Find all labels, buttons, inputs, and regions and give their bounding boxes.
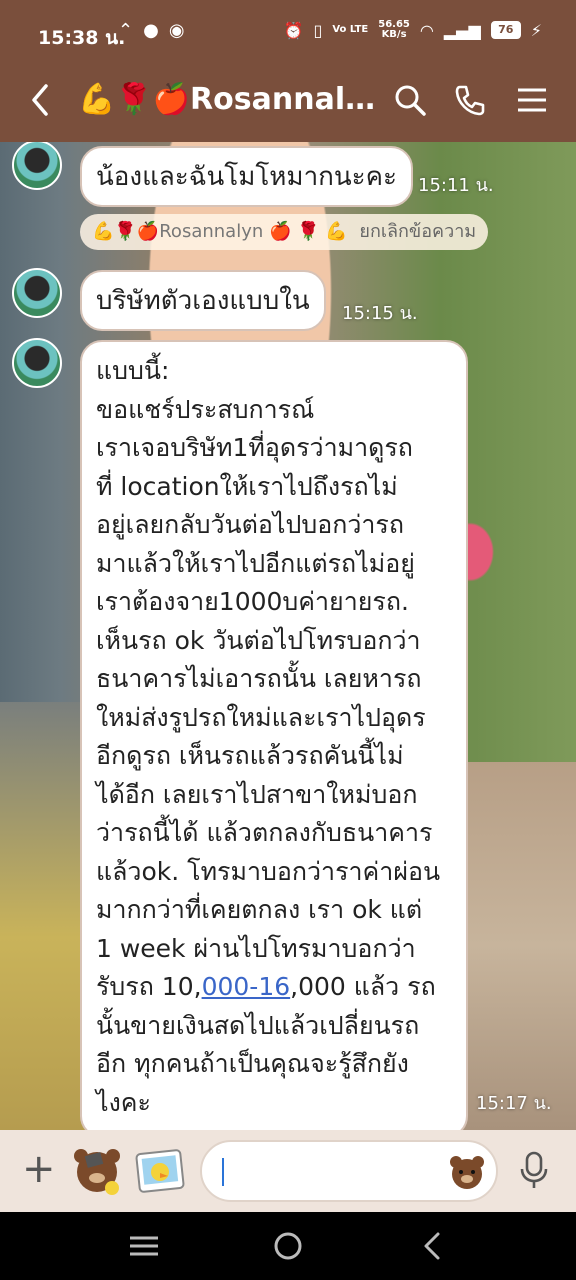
text-cursor xyxy=(222,1158,224,1186)
photo-sticker-icon[interactable] xyxy=(134,1146,186,1196)
message-time: 15:15 น. xyxy=(342,303,418,324)
messenger-notification-icon: ◉ xyxy=(168,20,185,41)
emoji-bear-icon[interactable] xyxy=(448,1154,486,1190)
volte-indicator: Vo LTE xyxy=(332,24,369,35)
nav-back-icon[interactable] xyxy=(414,1230,450,1262)
back-icon[interactable] xyxy=(26,80,56,120)
message-input-bar: + xyxy=(0,1130,576,1212)
message-input[interactable] xyxy=(220,1156,434,1188)
wifi-icon: ◠ xyxy=(419,20,434,40)
microphone-icon[interactable] xyxy=(516,1150,552,1190)
system-icons: ⏰ ▯ Vo LTE 56.65 KB/s ◠ ▂▄▆ 76 ⚡ xyxy=(284,20,542,40)
sender-avatar[interactable] xyxy=(12,142,62,190)
message-field xyxy=(200,1140,498,1202)
sticker-icon[interactable] xyxy=(68,1144,126,1198)
recent-apps-icon[interactable] xyxy=(126,1230,162,1262)
network-speed: 56.65 KB/s xyxy=(378,20,410,40)
signal-icon: ▂▄▆ xyxy=(443,20,481,40)
message-bubble[interactable]: บริษัทตัวเองแบบใน xyxy=(80,270,326,331)
phone-icon[interactable] xyxy=(450,80,490,120)
unsend-text: ยกเลิกข้อความ xyxy=(359,221,477,242)
line-notification-icon: ● xyxy=(143,20,159,41)
menu-icon[interactable] xyxy=(512,80,552,120)
chat-header: 💪🌹🍎Rosannalyn... xyxy=(0,66,576,142)
message-bubble[interactable]: น้องและฉันโมโหมากนะคะ xyxy=(80,146,414,207)
message-time: 15:11 น. xyxy=(418,175,494,196)
plus-icon[interactable]: + xyxy=(22,1146,56,1192)
sender-avatar[interactable] xyxy=(12,268,62,318)
background-wall xyxy=(0,702,90,1130)
notification-app-icon: ⌃ xyxy=(118,20,134,41)
sender-avatar[interactable] xyxy=(12,338,62,388)
message-time: 15:17 น. xyxy=(476,1093,552,1114)
unsend-sender: 💪🌹🍎Rosannalyn 🍎 🌹 💪 xyxy=(92,221,348,242)
system-navigation-bar xyxy=(0,1212,576,1280)
message-bubble[interactable]: แบบนี้: ขอแชร์ประสบการณ์ เราเจอบริษัท1ที… xyxy=(80,340,468,1130)
vibrate-icon: ▯ xyxy=(313,20,323,40)
charging-icon: ⚡ xyxy=(530,20,542,40)
home-icon[interactable] xyxy=(270,1230,306,1262)
phone-number-link[interactable]: 000-16 xyxy=(202,972,291,1001)
chat-title[interactable]: 💪🌹🍎Rosannalyn... xyxy=(78,82,378,117)
notification-icons: ⌃ ● ◉ xyxy=(118,20,185,41)
battery-icon: 76 xyxy=(490,21,521,39)
chat-area[interactable]: น้องและฉันโมโหมากนะคะ 15:11 น. 💪🌹🍎Rosann… xyxy=(0,142,576,1130)
alarm-icon: ⏰ xyxy=(283,20,304,40)
unsend-notice: 💪🌹🍎Rosannalyn 🍎 🌹 💪 ยกเลิกข้อความ xyxy=(80,214,489,250)
network-speed-unit: KB/s xyxy=(381,29,407,40)
status-time: 15:38 น. xyxy=(38,27,126,49)
message-text: แบบนี้: ขอแชร์ประสบการณ์ เราเจอบริษัท1ที… xyxy=(96,356,441,1001)
status-bar: 15:38 น. ⌃ ● ◉ ⏰ ▯ Vo LTE 56.65 KB/s ◠ ▂… xyxy=(0,0,576,66)
search-icon[interactable] xyxy=(390,80,430,120)
